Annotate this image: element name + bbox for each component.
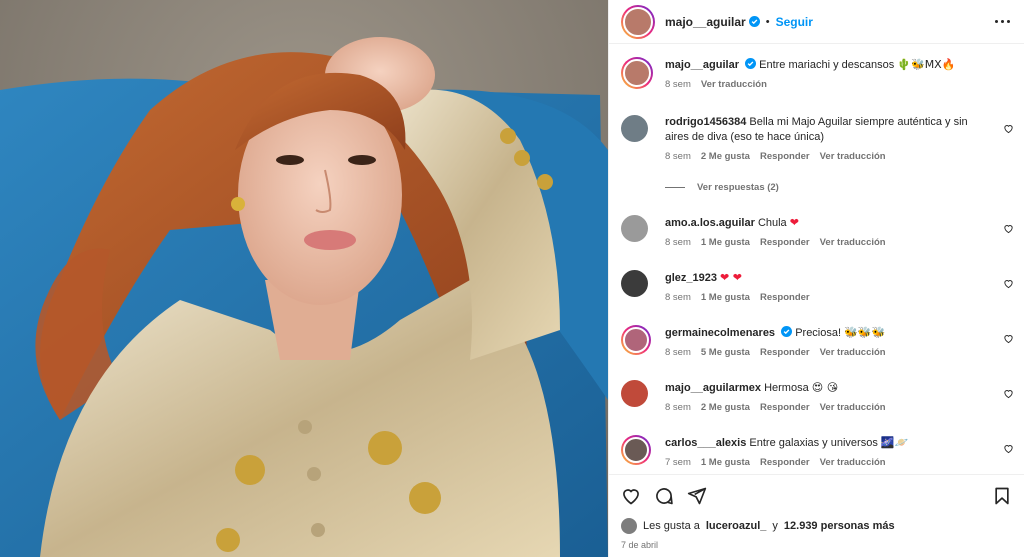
comment-time[interactable]: 8 sem (665, 402, 691, 413)
action-bar (609, 474, 1024, 516)
save-icon[interactable] (992, 486, 1012, 506)
comments-list[interactable]: majo__aguilar Entre mariachi y descansos… (609, 45, 1024, 473)
reply-button[interactable]: Responder (760, 457, 810, 468)
reply-button[interactable]: Responder (760, 402, 810, 413)
comment-like-heart-icon[interactable] (1003, 223, 1014, 234)
comment-like-heart-icon[interactable] (1003, 388, 1014, 399)
share-icon[interactable] (687, 486, 707, 506)
replies-divider (665, 187, 685, 188)
comment-like-heart-icon[interactable] (1003, 123, 1014, 134)
instagram-post: majo__aguilar • Seguir majo__aguilar Ent… (0, 0, 1024, 557)
reply-button[interactable]: Responder (760, 237, 810, 248)
comment-likes[interactable]: 2 Me gusta (701, 151, 750, 162)
likes-prefix: Les gusta a (643, 520, 700, 532)
caption-emoji: 🌵🐝MX🔥 (897, 58, 956, 71)
comment-time[interactable]: 8 sem (665, 151, 691, 162)
comment-like-heart-icon[interactable] (1003, 443, 1014, 454)
commenter-username[interactable]: rodrigo1456384 (665, 116, 746, 128)
commenter-username[interactable]: amo.a.los.aguilar (665, 217, 755, 229)
translate-button[interactable]: Ver traducción (701, 79, 767, 90)
comment-time[interactable]: 8 sem (665, 347, 691, 358)
translate-button[interactable]: Ver traducción (820, 237, 886, 248)
commenter-avatar[interactable] (621, 215, 648, 242)
likes-count[interactable]: 12.939 personas más (784, 520, 895, 532)
commenter-username[interactable]: majo__aguilarmex (665, 382, 761, 394)
portrait-photo (0, 0, 608, 557)
author-username[interactable]: majo__aguilar (665, 15, 746, 29)
comment-likes[interactable]: 1 Me gusta (701, 457, 750, 468)
commenter-username[interactable]: carlos___alexis (665, 437, 746, 449)
view-replies-label[interactable]: Ver respuestas (2) (697, 182, 779, 193)
commenter-username[interactable]: glez_1923 (665, 272, 717, 284)
separator-dot: • (765, 15, 770, 28)
translate-button[interactable]: Ver traducción (820, 457, 886, 468)
commenter-avatar[interactable] (621, 380, 648, 407)
comment-like-heart-icon[interactable] (1003, 278, 1014, 289)
view-replies-button[interactable]: Ver respuestas (2) (665, 182, 779, 193)
comment-emoji: ❤ (789, 216, 799, 229)
translate-button[interactable]: Ver traducción (820, 402, 886, 413)
comment-text: Entre galaxias y universos (749, 437, 878, 449)
caption-time[interactable]: 8 sem (665, 79, 691, 90)
comment-likes[interactable]: 1 Me gusta (701, 237, 750, 248)
comment-likes[interactable]: 1 Me gusta (701, 292, 750, 303)
post-image[interactable] (0, 0, 608, 557)
likes-summary: Les gusta a luceroazul_ y 12.939 persona… (621, 518, 895, 534)
comment-time[interactable]: 8 sem (665, 237, 691, 248)
more-options-icon[interactable] (995, 20, 1010, 23)
comment-emoji: 🐝🐝🐝 (844, 326, 886, 339)
follow-button[interactable]: Seguir (776, 15, 813, 29)
reply-button[interactable]: Responder (760, 151, 810, 162)
verified-icon (748, 16, 760, 27)
commenter-avatar[interactable] (621, 115, 648, 142)
commenter-username[interactable]: germainecolmenares (665, 327, 775, 339)
reply-button[interactable]: Responder (760, 292, 810, 303)
comment-icon[interactable] (654, 486, 674, 506)
commenter-avatar[interactable] (621, 270, 648, 297)
comment-time[interactable]: 7 sem (665, 457, 691, 468)
comment-like-heart-icon[interactable] (1003, 333, 1014, 344)
liker-avatar[interactable] (621, 518, 637, 534)
likes-middle: y (772, 520, 778, 532)
post-panel: majo__aguilar • Seguir majo__aguilar Ent… (608, 0, 1024, 557)
comment-emoji: 🌌🪐 (880, 436, 909, 449)
comment-time[interactable]: 8 sem (665, 292, 691, 303)
comment-emoji: 😍 😘 (811, 381, 839, 394)
comment-text: Hermosa (764, 382, 809, 394)
comment-emoji: ❤ ❤ (720, 271, 742, 284)
author-avatar[interactable] (621, 57, 653, 89)
reply-button[interactable]: Responder (760, 347, 810, 358)
author-avatar[interactable] (621, 4, 655, 39)
caption-username[interactable]: majo__aguilar (665, 59, 739, 71)
verified-icon (745, 58, 757, 69)
heart-icon[interactable] (621, 486, 641, 506)
translate-button[interactable]: Ver traducción (820, 151, 886, 162)
commenter-avatar[interactable] (621, 435, 651, 465)
comment-likes[interactable]: 2 Me gusta (701, 402, 750, 413)
post-date[interactable]: 7 de abril (621, 540, 658, 550)
post-header: majo__aguilar • Seguir (609, 0, 1024, 44)
translate-button[interactable]: Ver traducción (820, 347, 886, 358)
comment-likes[interactable]: 5 Me gusta (701, 347, 750, 358)
comment-text: Preciosa! (795, 327, 842, 339)
comment-text: Chula (757, 217, 787, 229)
verified-icon (781, 326, 793, 337)
caption-text: Entre mariachi y descansos (759, 59, 895, 71)
liker-username[interactable]: luceroazul_ (706, 520, 767, 532)
commenter-avatar[interactable] (621, 325, 651, 355)
